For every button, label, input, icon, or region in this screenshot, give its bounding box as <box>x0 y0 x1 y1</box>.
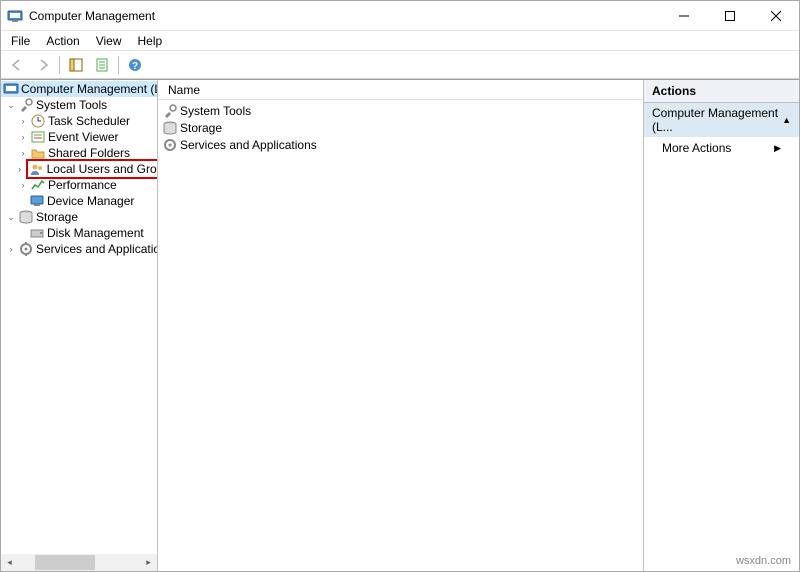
forward-button[interactable] <box>31 54 55 76</box>
device-manager-icon <box>29 193 45 209</box>
list-header: Name <box>158 80 643 100</box>
titlebar: Computer Management <box>1 1 799 31</box>
tree-label: Task Scheduler <box>48 114 130 128</box>
window-buttons <box>661 1 799 30</box>
performance-icon <box>30 177 46 193</box>
tree-device-manager[interactable]: Device Manager <box>1 193 158 209</box>
menu-file[interactable]: File <box>3 32 38 50</box>
clock-icon <box>30 113 46 129</box>
storage-icon <box>18 209 34 225</box>
maximize-button[interactable] <box>707 1 753 30</box>
tree-label: System Tools <box>36 98 107 112</box>
scroll-right-arrow[interactable]: ▸ <box>140 554 157 571</box>
menubar: File Action View Help <box>1 31 799 51</box>
scroll-left-arrow[interactable]: ◂ <box>1 554 18 571</box>
expander-closed-icon[interactable]: › <box>15 163 25 175</box>
actions-more-actions[interactable]: More Actions ▶ <box>644 137 799 159</box>
tree-label: Services and Applications <box>36 242 158 256</box>
expander-closed-icon[interactable]: › <box>17 147 29 159</box>
tree-label: Event Viewer <box>48 130 118 144</box>
tree-storage[interactable]: ⌄ Storage <box>1 209 158 225</box>
expander-open-icon[interactable]: ⌄ <box>5 99 17 111</box>
expander-closed-icon[interactable]: › <box>5 243 17 255</box>
actions-pane: Actions Computer Management (L... ▲ More… <box>644 80 799 571</box>
services-icon <box>18 241 34 257</box>
back-button[interactable] <box>5 54 29 76</box>
app-icon <box>7 8 23 24</box>
list-pane: Name System Tools Storage <box>158 80 644 571</box>
tree-label: Shared Folders <box>48 146 130 160</box>
column-name[interactable]: Name <box>164 81 204 99</box>
tree-services-apps[interactable]: › Services and Applications <box>1 241 158 257</box>
tree-pane: Computer Management (Local) ⌄ System Too… <box>1 80 158 571</box>
tree-label: Disk Management <box>47 226 144 240</box>
tools-icon <box>162 103 178 119</box>
tree-label: Performance <box>48 178 117 192</box>
tree-label: Local Users and Groups <box>47 162 158 176</box>
minimize-button[interactable] <box>661 1 707 30</box>
scroll-thumb[interactable] <box>35 555 95 570</box>
list-label: Services and Applications <box>180 138 317 152</box>
list-item-system-tools[interactable]: System Tools <box>158 102 643 119</box>
submenu-arrow-icon: ▶ <box>774 143 781 154</box>
tools-icon <box>18 97 34 113</box>
watermark: wsxdn.com <box>736 555 791 567</box>
list-item-services-apps[interactable]: Services and Applications <box>158 136 643 153</box>
disk-icon <box>29 225 45 241</box>
computer-management-icon <box>3 81 19 97</box>
list-label: System Tools <box>180 104 251 118</box>
actions-group-label: Computer Management (L... <box>652 106 782 134</box>
menu-action[interactable]: Action <box>38 32 87 50</box>
close-button[interactable] <box>753 1 799 30</box>
services-icon <box>162 137 178 153</box>
help-button[interactable]: ? <box>123 54 147 76</box>
toolbar-separator <box>118 56 119 74</box>
horizontal-scrollbar[interactable]: ◂ ▸ <box>1 554 157 571</box>
content-area: Computer Management (Local) ⌄ System Too… <box>1 79 799 571</box>
menu-help[interactable]: Help <box>130 32 171 50</box>
tree-local-users-groups[interactable]: › Local Users and Groups <box>1 161 158 177</box>
event-viewer-icon <box>30 129 46 145</box>
tree-disk-management[interactable]: Disk Management <box>1 225 158 241</box>
actions-item-label: More Actions <box>662 141 731 155</box>
tree-root[interactable]: Computer Management (Local) <box>1 81 158 97</box>
tree-label: Storage <box>36 210 78 224</box>
window-title: Computer Management <box>29 9 661 23</box>
window-root: Computer Management File Action View Hel… <box>0 0 800 572</box>
list-label: Storage <box>180 121 222 135</box>
tree-label: Computer Management (Local) <box>21 82 158 96</box>
actions-group-header[interactable]: Computer Management (L... ▲ <box>644 103 799 137</box>
svg-text:?: ? <box>132 61 138 72</box>
show-hide-console-tree-button[interactable] <box>64 54 88 76</box>
toolbar-separator <box>59 56 60 74</box>
expander-closed-icon[interactable]: › <box>17 179 29 191</box>
properties-button[interactable] <box>90 54 114 76</box>
collapse-up-icon[interactable]: ▲ <box>782 115 791 125</box>
tree-system-tools[interactable]: ⌄ System Tools <box>1 97 158 113</box>
tree-performance[interactable]: › Performance <box>1 177 158 193</box>
expander-open-icon[interactable]: ⌄ <box>5 211 17 223</box>
storage-icon <box>162 120 178 136</box>
list-item-storage[interactable]: Storage <box>158 119 643 136</box>
highlight-annotation: Local Users and Groups <box>26 159 158 179</box>
tree-label: Device Manager <box>47 194 134 208</box>
tree-event-viewer[interactable]: › Event Viewer <box>1 129 158 145</box>
actions-title: Actions <box>644 80 799 103</box>
users-icon <box>29 161 45 177</box>
menu-view[interactable]: View <box>88 32 130 50</box>
tree-task-scheduler[interactable]: › Task Scheduler <box>1 113 158 129</box>
toolbar: ? <box>1 51 799 79</box>
expander-closed-icon[interactable]: › <box>17 131 29 143</box>
expander-closed-icon[interactable]: › <box>17 115 29 127</box>
